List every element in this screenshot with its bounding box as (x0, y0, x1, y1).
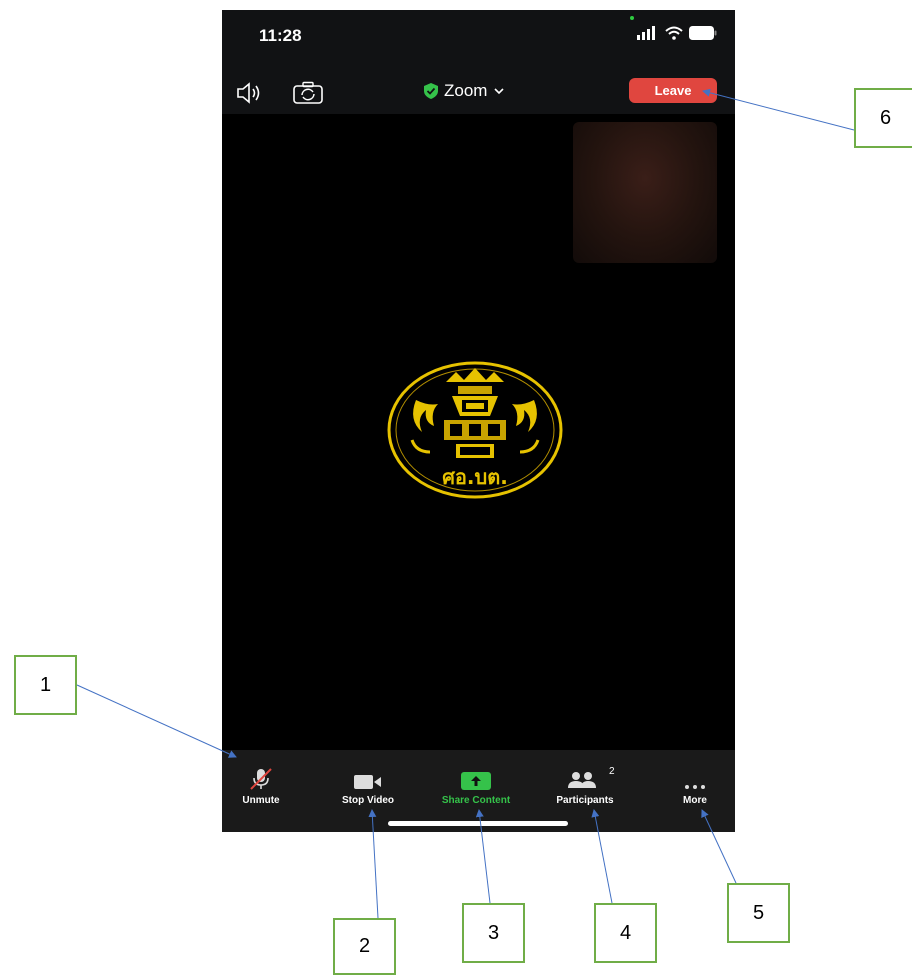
annotation-arrows (76, 88, 855, 919)
arrow-6 (702, 88, 855, 131)
callout-6: 6 (854, 88, 912, 148)
callout-4: 4 (594, 903, 657, 963)
arrow-3 (475, 809, 491, 904)
callout-1: 1 (14, 655, 77, 715)
arrow-2 (368, 809, 379, 919)
callout-3: 3 (462, 903, 525, 963)
arrow-4 (591, 809, 613, 904)
arrow-5 (701, 809, 737, 884)
arrow-1 (76, 684, 237, 758)
callout-5: 5 (727, 883, 790, 943)
callout-2: 2 (333, 918, 396, 975)
